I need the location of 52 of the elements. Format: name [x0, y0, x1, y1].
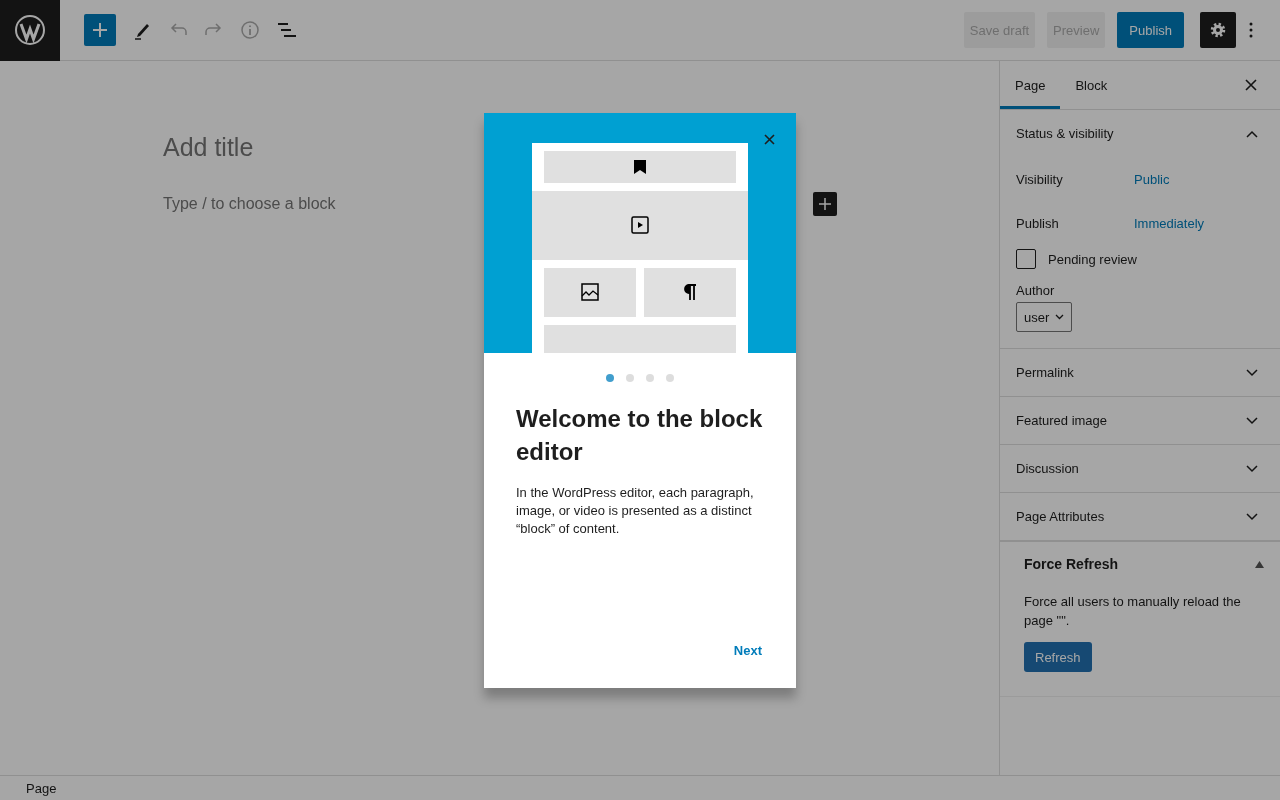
force-refresh-title: Force Refresh	[1024, 556, 1119, 572]
add-block-button[interactable]	[84, 14, 116, 46]
chevron-icon	[1055, 314, 1065, 320]
chevron-icon	[1246, 368, 1258, 377]
field-label: Publish	[1016, 215, 1060, 231]
page-indicator-dot[interactable]	[646, 374, 654, 382]
close-icon[interactable]	[764, 134, 775, 145]
settings-button[interactable]	[1200, 12, 1236, 48]
dialog-text: In the WordPress editor, each paragraph, image, or video is presented as a distinct “block” of content.	[516, 484, 755, 538]
chevron-icon	[1246, 129, 1258, 138]
page-indicator-dot[interactable]	[606, 374, 614, 382]
video-icon	[631, 216, 649, 235]
list-view-icon[interactable]	[276, 20, 298, 40]
wordpress-logo-icon	[15, 15, 45, 45]
close-icon[interactable]	[1245, 79, 1257, 91]
panel-header[interactable]: Featured image	[1000, 397, 1280, 444]
wordpress-logo[interactable]	[0, 0, 60, 61]
panel-header[interactable]: Permalink	[1000, 349, 1280, 396]
pending-review-checkbox[interactable]	[1016, 249, 1036, 269]
plus-icon	[93, 23, 107, 37]
chevron-icon	[1246, 416, 1258, 425]
sidebar-tab[interactable]: Block	[1060, 61, 1123, 109]
image-icon	[581, 283, 599, 302]
paragraph-icon	[683, 284, 697, 301]
force-refresh-description: Force all users to manually reload the page "".	[1024, 593, 1242, 630]
add-block-button[interactable]	[813, 192, 837, 216]
collapse-arrow-icon[interactable]	[1255, 560, 1264, 568]
gear-icon	[1208, 20, 1228, 40]
dialog-title: Welcome to the block editor	[516, 404, 764, 467]
refresh-button[interactable]: Refresh	[1024, 642, 1092, 672]
bookmark-icon	[634, 159, 646, 174]
panel-header[interactable]: Page Attributes	[1000, 493, 1280, 540]
panel-header[interactable]: Discussion	[1000, 445, 1280, 492]
block-placeholder[interactable]: Type / to choose a block	[163, 195, 336, 213]
author-label: Author	[1016, 283, 1056, 298]
checkbox-label: Pending review	[1048, 251, 1137, 267]
breadcrumb[interactable]: Page	[26, 780, 57, 796]
author-select[interactable]: user	[1016, 302, 1073, 332]
sidebar-tab[interactable]: Page	[1000, 61, 1061, 109]
field-value-link[interactable]: Immediately	[1134, 215, 1205, 231]
page-indicator-dot[interactable]	[626, 374, 634, 382]
plus-icon	[819, 198, 831, 210]
publish-button[interactable]: Publish	[1117, 12, 1184, 48]
field-value-link[interactable]: Public	[1134, 171, 1170, 187]
more-options-icon[interactable]	[1248, 21, 1254, 39]
chevron-icon	[1246, 512, 1258, 521]
panel-header[interactable]: Status & visibility	[1000, 110, 1280, 157]
next-button[interactable]: Next	[733, 643, 762, 658]
chevron-icon	[1246, 464, 1258, 473]
field-label: Visibility	[1016, 171, 1064, 187]
page-indicator-dot[interactable]	[666, 374, 674, 382]
title-placeholder[interactable]: Add title	[163, 133, 999, 162]
